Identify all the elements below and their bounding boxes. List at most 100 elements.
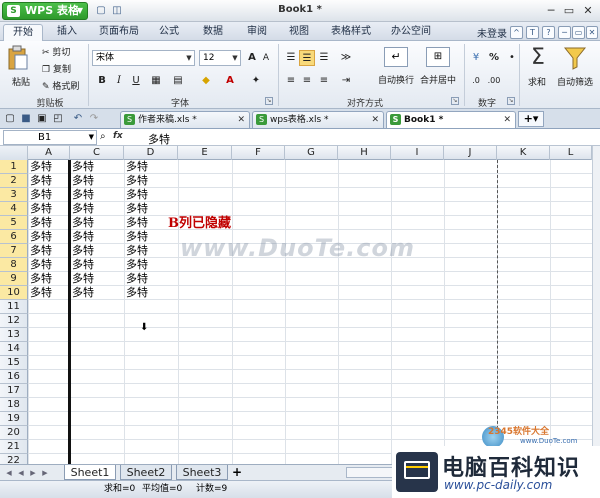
- new-tab-button[interactable]: +▾: [518, 111, 544, 127]
- restore-button[interactable]: ▭: [561, 3, 577, 18]
- sum-button[interactable]: 求和: [528, 75, 546, 88]
- column-header[interactable]: C: [70, 146, 124, 160]
- column-header[interactable]: I: [391, 146, 444, 160]
- redo-icon[interactable]: ↷: [86, 111, 102, 127]
- tab-view[interactable]: 视图: [282, 24, 316, 41]
- cell[interactable]: 多特: [124, 230, 148, 244]
- ribbon-restore-icon[interactable]: ▭: [572, 26, 585, 39]
- row-header[interactable]: 21: [0, 440, 28, 454]
- last-sheet-icon[interactable]: ▶: [40, 467, 50, 479]
- tab-page-layout[interactable]: 页面布局: [94, 24, 144, 41]
- column-header[interactable]: G: [285, 146, 338, 160]
- row-header[interactable]: 11: [0, 300, 28, 314]
- doc-tab[interactable]: S 作者来稿.xls * ✕: [120, 111, 250, 128]
- font-name-select[interactable]: 宋体 ▼: [92, 50, 195, 66]
- cell[interactable]: 多特: [70, 272, 94, 286]
- tab-review[interactable]: 审阅: [240, 24, 274, 41]
- column-header[interactable]: L: [550, 146, 592, 160]
- row-header[interactable]: 3: [0, 188, 28, 202]
- cell[interactable]: 多特: [70, 202, 94, 216]
- row-header[interactable]: 22: [0, 454, 28, 464]
- sum-icon[interactable]: Σ: [528, 45, 548, 71]
- tab-formulas[interactable]: 公式: [152, 24, 186, 41]
- alignment-dialog-launcher-icon[interactable]: ↘: [451, 97, 459, 105]
- text-orientation-icon[interactable]: ≫: [338, 50, 354, 66]
- sheet-tab-active[interactable]: Sheet1: [64, 465, 116, 480]
- skin-icon[interactable]: T: [526, 26, 539, 39]
- column-header[interactable]: F: [232, 146, 285, 160]
- close-tab-icon[interactable]: ✕: [371, 112, 379, 128]
- cell[interactable]: 多特: [124, 272, 148, 286]
- row-header[interactable]: 19: [0, 412, 28, 426]
- cell[interactable]: 多特: [70, 188, 94, 202]
- worksheet-grid[interactable]: A C D E F G H I J K L 1 多特 多特 多特 2 多特 多特 多特 3 多特多…: [0, 146, 592, 464]
- wrap-text-button[interactable]: 自动换行: [378, 73, 414, 86]
- new-file-icon[interactable]: ▢: [94, 4, 108, 18]
- help-icon[interactable]: ?: [542, 26, 555, 39]
- cell[interactable]: 多特: [70, 160, 94, 174]
- row-header[interactable]: 9: [0, 272, 28, 286]
- row-header[interactable]: 5: [0, 216, 28, 230]
- prev-sheet-icon[interactable]: ◀: [16, 467, 26, 479]
- cell[interactable]: 多特: [124, 216, 148, 230]
- decrease-decimal-icon[interactable]: .00: [486, 73, 502, 89]
- currency-icon[interactable]: ¥: [468, 50, 484, 66]
- wps-menu-button[interactable]: S WPS 表格 ▼: [2, 2, 88, 20]
- indent-icon[interactable]: ⇥: [338, 73, 354, 89]
- cell[interactable]: 多特: [70, 230, 94, 244]
- first-sheet-icon[interactable]: ◀: [4, 467, 14, 479]
- merge-center-icon[interactable]: ⊞: [426, 47, 450, 67]
- column-header[interactable]: D: [124, 146, 178, 160]
- select-all-corner[interactable]: [0, 146, 28, 160]
- tab-insert[interactable]: 插入: [50, 24, 84, 41]
- close-button[interactable]: ✕: [580, 3, 596, 18]
- sheet-tab[interactable]: Sheet2: [120, 465, 172, 480]
- borders-icon[interactable]: ▦: [148, 73, 164, 89]
- increase-decimal-icon[interactable]: .0: [468, 73, 484, 89]
- cell[interactable]: 多特: [124, 202, 148, 216]
- number-dialog-launcher-icon[interactable]: ↘: [507, 97, 515, 105]
- ribbon-minimize-icon[interactable]: ─: [558, 26, 571, 39]
- auto-filter-button[interactable]: 自动筛选: [557, 75, 600, 88]
- format-painter-button[interactable]: ✎ 格式刷: [42, 79, 79, 92]
- vertical-scrollbar[interactable]: [592, 146, 600, 464]
- row-header[interactable]: 18: [0, 398, 28, 412]
- ribbon-close-icon[interactable]: ✕: [586, 26, 598, 39]
- cell[interactable]: 多特: [28, 160, 52, 174]
- cell[interactable]: 多特: [124, 174, 148, 188]
- cell[interactable]: 多特: [70, 286, 94, 300]
- cell[interactable]: 多特: [70, 244, 94, 258]
- cell[interactable]: 多特: [70, 258, 94, 272]
- fill-format-icon[interactable]: ▤: [170, 73, 186, 89]
- paste-button[interactable]: 粘贴: [12, 75, 30, 88]
- save-icon[interactable]: ■: [18, 111, 34, 127]
- wrap-text-icon[interactable]: ↵: [384, 47, 408, 67]
- minimize-button[interactable]: ─: [543, 3, 559, 18]
- close-tab-icon[interactable]: ✕: [503, 112, 511, 128]
- text-effect-icon[interactable]: ✦: [248, 73, 264, 89]
- doc-tab[interactable]: Swps表格.xls * ✕: [252, 111, 384, 128]
- cell[interactable]: 多特: [124, 244, 148, 258]
- align-right-icon[interactable]: ≡: [316, 73, 332, 89]
- row-header[interactable]: 20: [0, 426, 28, 440]
- cell[interactable]: 多特: [28, 216, 52, 230]
- filter-icon[interactable]: [563, 45, 587, 71]
- cell[interactable]: 多特: [28, 244, 52, 258]
- align-top-icon[interactable]: ☰: [283, 50, 299, 66]
- font-size-select[interactable]: 12 ▼: [199, 50, 241, 66]
- align-bottom-icon[interactable]: ☰: [316, 50, 332, 66]
- print-icon[interactable]: ▣: [34, 111, 50, 127]
- new-icon[interactable]: ▢: [2, 111, 18, 127]
- open-file-icon[interactable]: ◫: [110, 4, 124, 18]
- cell[interactable]: 多特: [28, 286, 52, 300]
- thousands-icon[interactable]: •: [504, 50, 520, 66]
- underline-button[interactable]: U: [128, 73, 144, 89]
- column-header[interactable]: A: [28, 146, 70, 160]
- insert-function-button[interactable]: fx: [113, 131, 123, 141]
- shrink-font-button[interactable]: A: [258, 50, 274, 66]
- merge-center-button[interactable]: 合并居中: [420, 73, 456, 86]
- row-header[interactable]: 12: [0, 314, 28, 328]
- column-header[interactable]: K: [497, 146, 550, 160]
- fill-color-icon[interactable]: ◆: [198, 73, 214, 89]
- undo-icon[interactable]: ↶: [70, 111, 86, 127]
